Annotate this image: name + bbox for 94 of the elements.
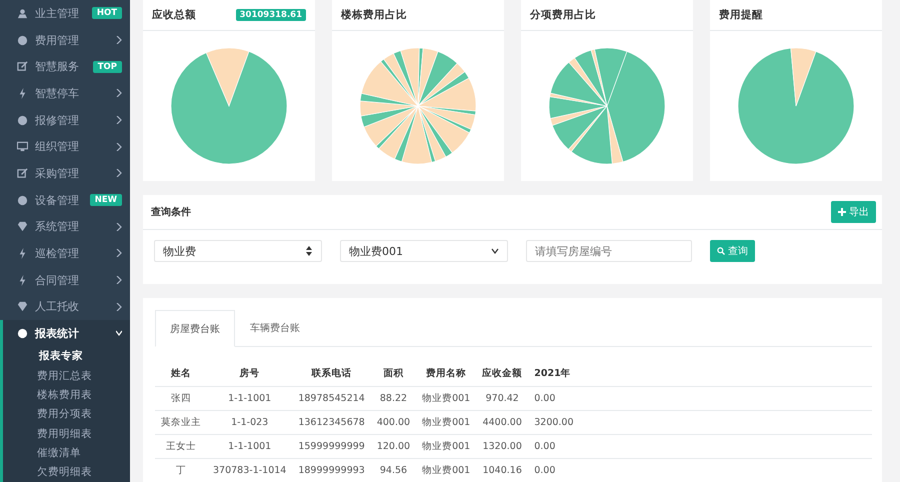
chevron-right-icon: [116, 222, 122, 231]
chevron-right-icon: [116, 36, 122, 44]
card-title: 应收总额: [152, 8, 196, 22]
table-cell: 物业费001: [416, 434, 476, 458]
chevron-down-icon: [116, 329, 122, 338]
bolt-icon: [17, 274, 28, 286]
menu-item[interactable]: 报修管理: [0, 106, 130, 134]
table-cell: 370783-1-1014: [207, 458, 292, 482]
column-header: 应收金额: [476, 361, 528, 386]
table-cell: 1-1-1001: [207, 386, 292, 410]
fee-type-select[interactable]: 物业费: [154, 240, 322, 262]
menu-item[interactable]: 采购管理: [0, 160, 130, 187]
menu-item[interactable]: 人工托收: [0, 293, 130, 320]
room-number-field[interactable]: 请填写房屋编号: [526, 240, 692, 262]
fee-item-select[interactable]: 物业费001: [340, 240, 508, 262]
column-header: 面积: [370, 361, 416, 386]
search-button[interactable]: 查询: [710, 240, 755, 262]
table-cell: 物业费001: [416, 458, 476, 482]
menu-item[interactable]: 组织管理: [0, 133, 130, 160]
table-cell: 物业费001: [416, 386, 476, 410]
table-cell: 0.00: [528, 386, 872, 410]
submenu-item[interactable]: 催缴清单: [0, 443, 130, 463]
diamond-icon: [17, 221, 28, 232]
edit-icon: [17, 168, 28, 179]
table-cell: 1320.00: [476, 434, 528, 458]
table-cell: 88.22: [370, 386, 416, 410]
table-cell: 94.56: [370, 458, 416, 482]
tab[interactable]: 车辆费台账: [235, 310, 315, 346]
table-cell: 王女士: [155, 434, 207, 458]
tab[interactable]: 房屋费台账: [155, 310, 235, 347]
menu-item[interactable]: 系统管理: [0, 213, 130, 240]
bolt-icon: [17, 88, 28, 99]
menu-item[interactable]: 设备管理 NEW: [0, 186, 130, 214]
submenu-item[interactable]: 报表专家: [0, 346, 130, 366]
table-cell: 莫奈业主: [155, 410, 207, 434]
chevron-right-icon: [116, 142, 122, 151]
chevron-right-icon: [116, 169, 122, 178]
submenu-item[interactable]: 欠费明细表: [0, 462, 130, 482]
menu-item[interactable]: 智慧服务 TOP: [0, 53, 130, 80]
chevron-right-icon: [116, 89, 122, 98]
chevron-down-icon: [491, 246, 499, 256]
column-header: 房号: [207, 361, 292, 386]
menu-item[interactable]: 巡检管理: [0, 240, 130, 267]
submenu-item[interactable]: 费用明细表: [0, 424, 130, 444]
table-cell: 18978545214: [292, 386, 371, 410]
column-header: 姓名: [155, 361, 207, 386]
chevron-right-icon: [116, 276, 122, 284]
column-header: 费用名称: [416, 361, 476, 386]
edit-icon: [17, 61, 28, 72]
column-header: 联系电话: [292, 361, 371, 386]
column-header: 2021年: [528, 361, 872, 386]
chevron-right-icon: [116, 116, 122, 124]
menu-badge: TOP: [92, 60, 122, 73]
chevron-right-icon: [116, 249, 122, 258]
plus-icon: [838, 208, 846, 216]
table-cell: 1-1-1001: [207, 434, 292, 458]
person-icon: [17, 8, 28, 19]
chevron-right-icon: [116, 302, 122, 311]
search-icon: [717, 247, 725, 255]
card-title: 楼栋费用占比: [341, 8, 407, 22]
total-badge: 30109318.61: [236, 9, 306, 21]
table-cell: 3200.00: [528, 410, 872, 434]
table-cell: 13612345678: [292, 410, 371, 434]
panel-title: 查询条件: [151, 206, 191, 219]
table-cell: 15999999999: [292, 434, 371, 458]
table-cell: 970.42: [476, 386, 528, 410]
table-cell: 0.00: [528, 458, 872, 482]
submenu-item[interactable]: 费用分项表: [0, 404, 130, 424]
menu-item[interactable]: 合同管理: [0, 266, 130, 294]
menu-item[interactable]: 业主管理 HOT: [0, 0, 130, 27]
sort-icon: [305, 246, 313, 256]
bolt-icon: [17, 248, 28, 259]
menu-item[interactable]: 智慧停车: [0, 80, 130, 107]
menu-badge: NEW: [90, 194, 122, 206]
table-cell: 120.00: [370, 434, 416, 458]
menu-item[interactable]: 报表统计: [0, 320, 130, 347]
table-cell: 18999999993: [292, 458, 371, 482]
table-cell: 400.00: [370, 410, 416, 434]
submenu-item[interactable]: 费用汇总表: [0, 366, 130, 386]
menu-item[interactable]: 费用管理: [0, 26, 130, 54]
submenu-item[interactable]: 楼栋费用表: [0, 385, 130, 405]
card-title: 费用提醒: [719, 8, 763, 22]
table-cell: 1040.16: [476, 458, 528, 482]
monitor-icon: [17, 141, 28, 152]
table-cell: 丁: [155, 458, 207, 482]
export-button[interactable]: 导出: [831, 201, 876, 223]
table-cell: 1-1-023: [207, 410, 292, 434]
table-cell: 物业费001: [416, 410, 476, 434]
table-cell: 张四: [155, 386, 207, 410]
menu-badge: HOT: [92, 7, 122, 20]
table-cell: 4400.00: [476, 410, 528, 434]
table-cell: 0.00: [528, 434, 872, 458]
card-title: 分项费用占比: [530, 8, 596, 22]
diamond-icon: [17, 301, 28, 312]
